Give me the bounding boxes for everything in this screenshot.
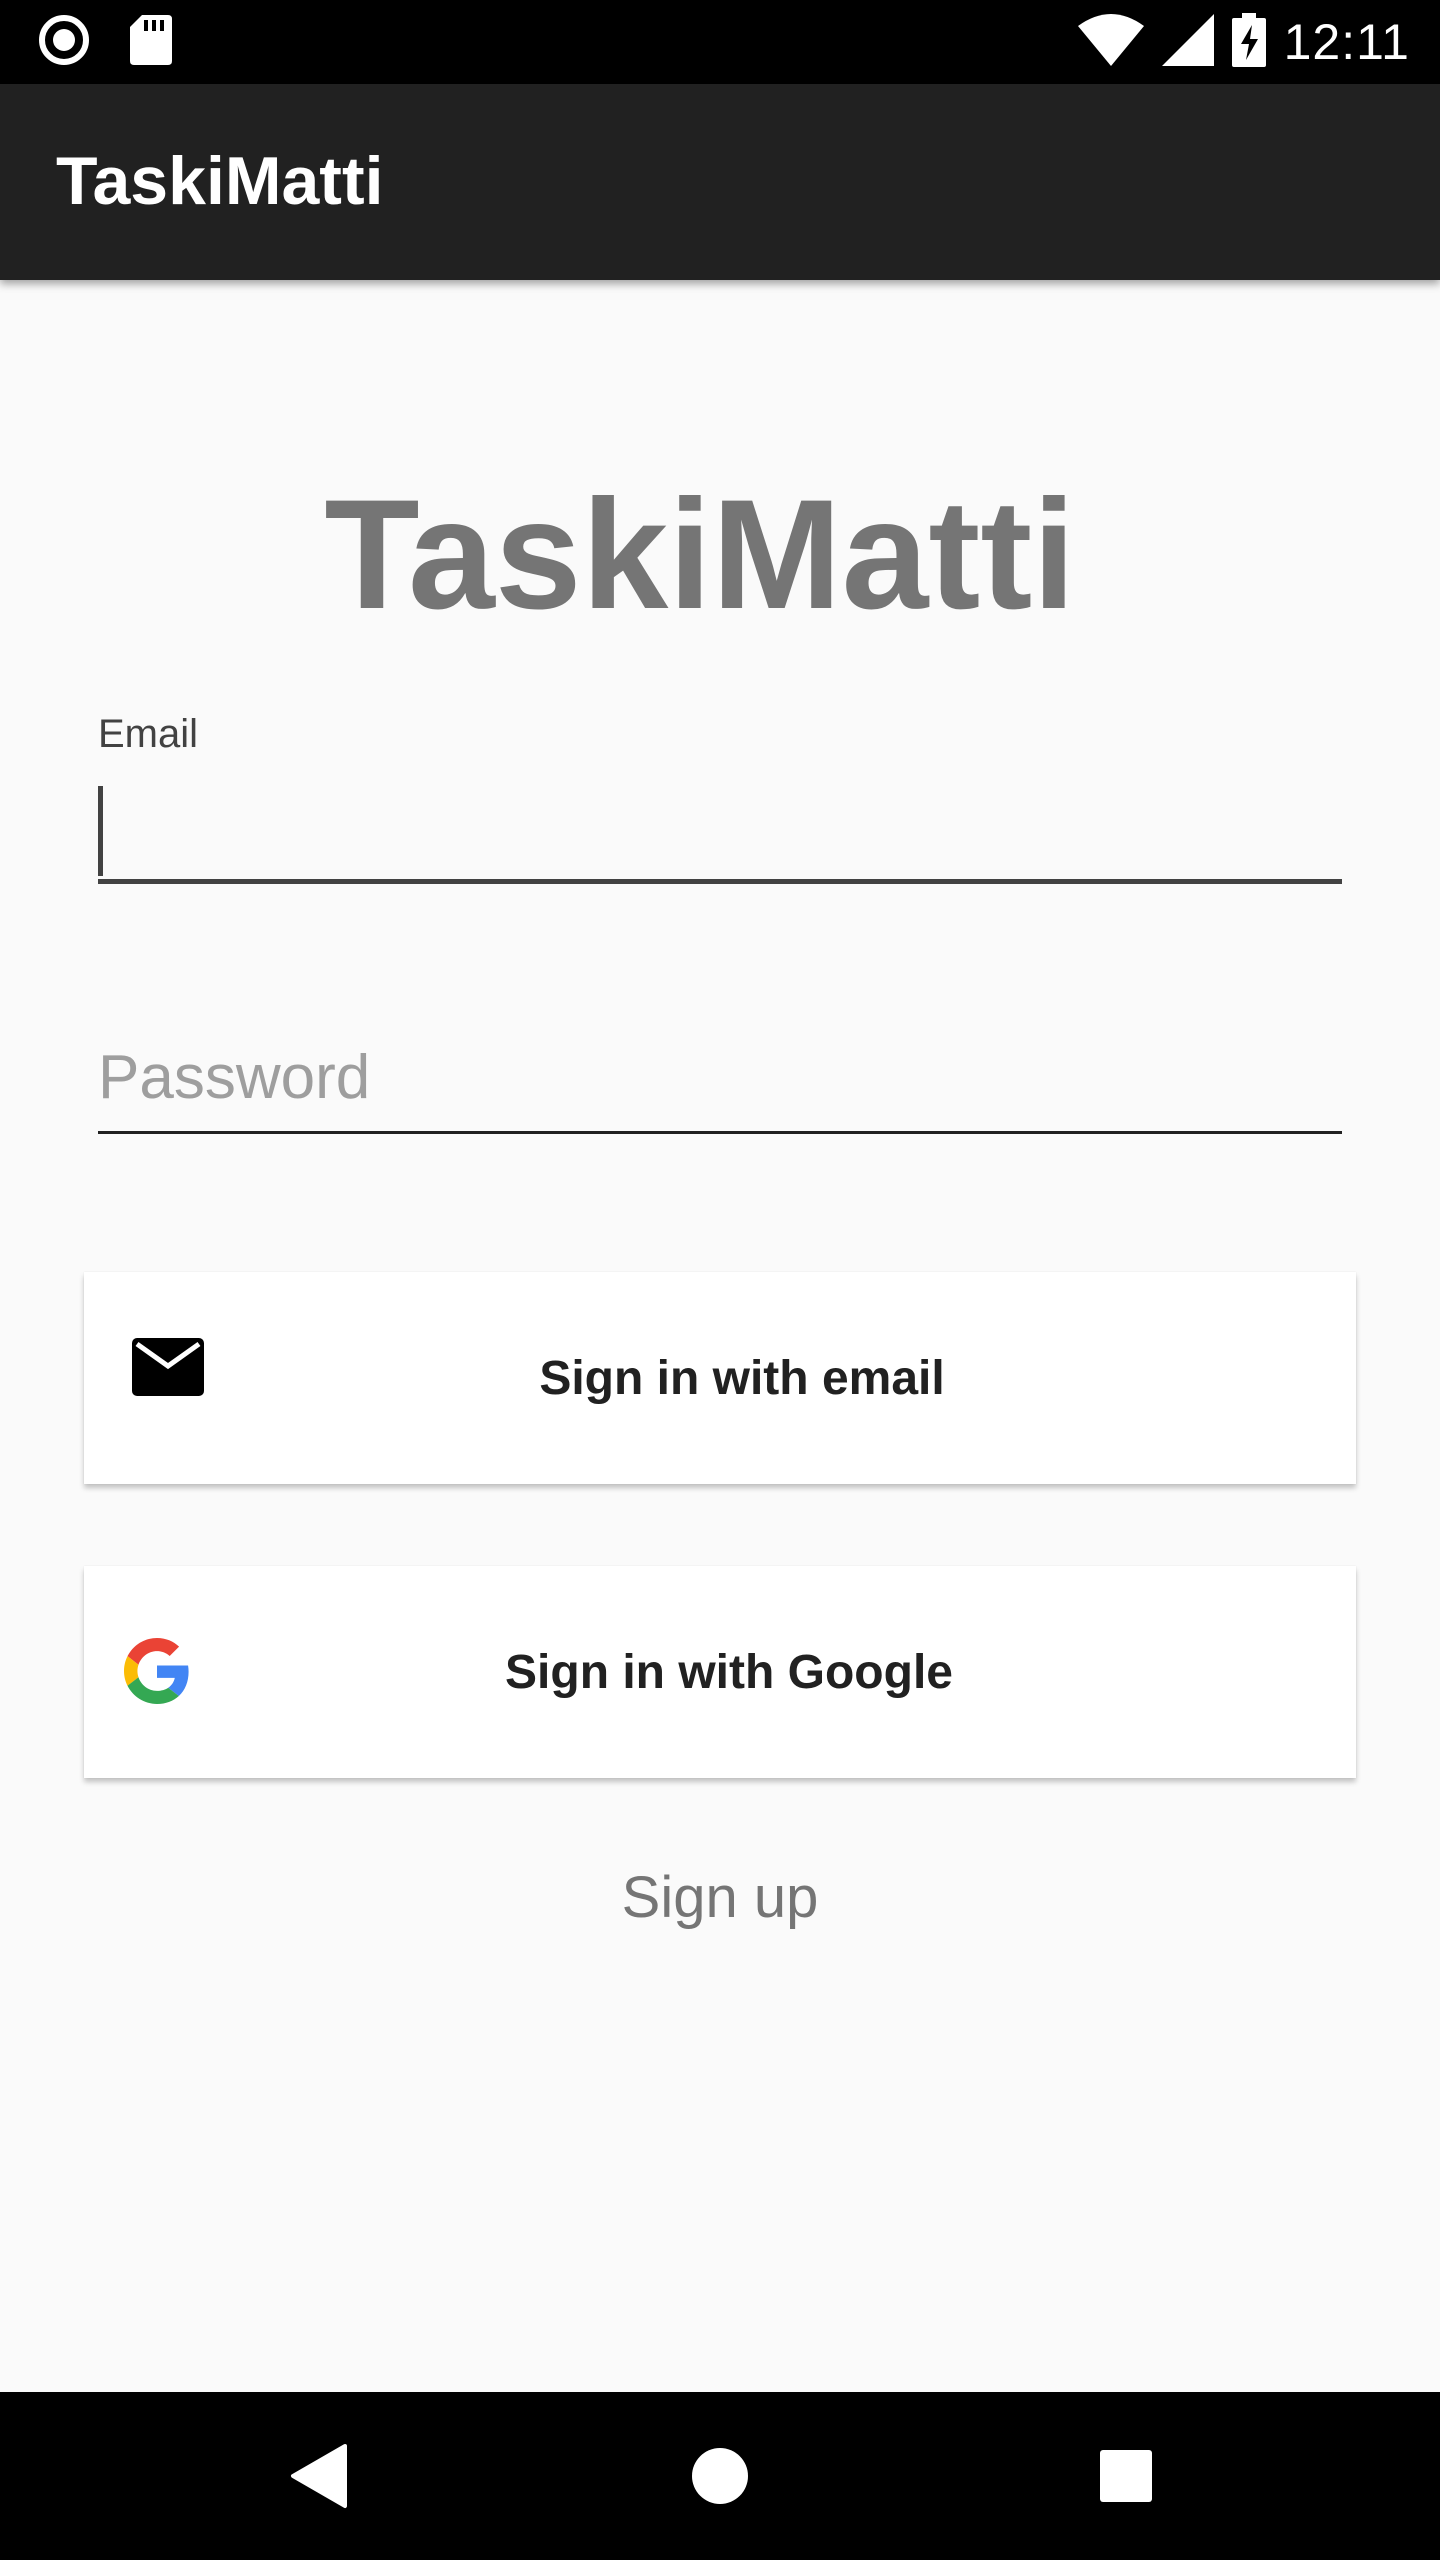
password-placeholder: Password [98,1043,371,1112]
back-icon[interactable] [276,2434,360,2518]
text-cursor [98,786,103,876]
navigation-bar [0,2392,1440,2560]
status-bar-left [38,14,172,66]
email-label: Email [98,712,199,756]
hero-title: TaskiMatti [324,468,1076,642]
signal-icon [1161,13,1214,71]
sd-card-icon [130,14,172,70]
password-field[interactable]: Password [98,1030,1342,1134]
home-icon[interactable] [678,2434,762,2518]
sign-in-email-label: Sign in with email [539,1351,945,1405]
recents-icon[interactable] [1084,2434,1168,2518]
sign-in-google-label: Sign in with Google [505,1645,953,1699]
sign-in-google-button[interactable]: Sign in with Google [84,1566,1356,1778]
wifi-icon [1077,13,1144,71]
status-bar: 12:11 [0,0,1440,84]
status-time: 12:11 [1283,14,1410,70]
app-title: TaskiMatti [56,143,384,219]
status-bar-right: 12:11 [1077,12,1410,72]
email-field[interactable] [98,780,1342,884]
battery-charging-icon [1231,12,1266,72]
sign-up-link[interactable]: Sign up [0,1864,1440,1931]
sign-in-email-button[interactable]: Sign in with email [84,1272,1356,1484]
record-icon [38,14,90,71]
app-bar: TaskiMatti [0,84,1440,280]
